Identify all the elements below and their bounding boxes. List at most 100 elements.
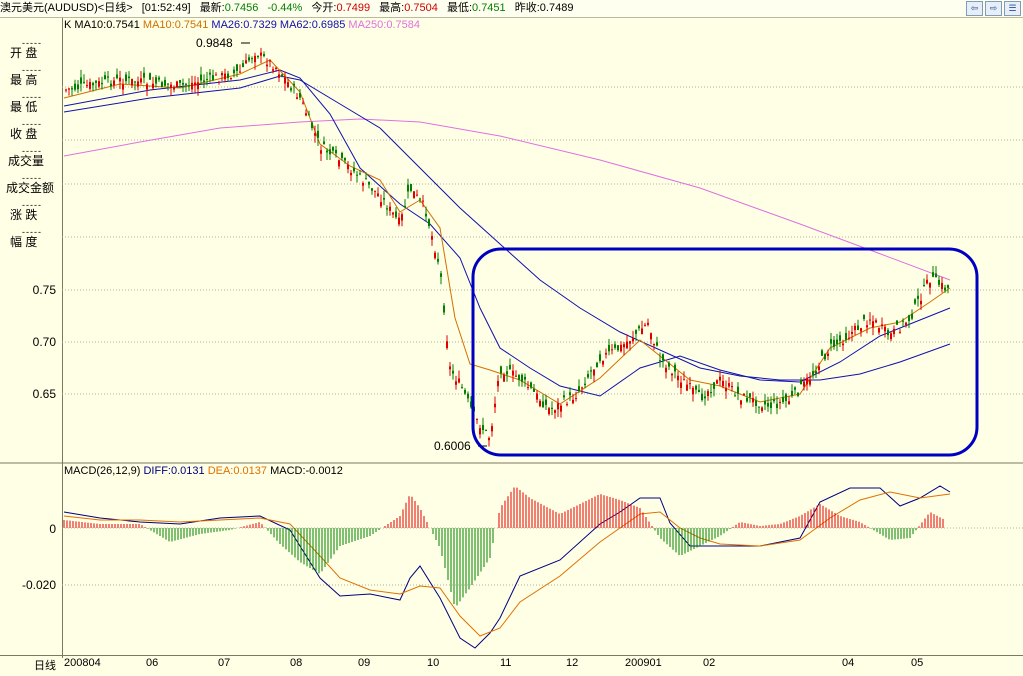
candle-body (398, 217, 400, 225)
candle-body (431, 236, 433, 240)
candle-body (614, 344, 616, 348)
date-tick: 07 (218, 657, 231, 669)
price-tick: 0.75 (33, 283, 57, 297)
date-axis-label: 日线 (34, 660, 56, 672)
candle-body (308, 114, 310, 116)
date-tick: 04 (842, 657, 855, 669)
candle-body (860, 328, 862, 332)
candle-body (947, 284, 949, 288)
candle-body (818, 366, 820, 371)
date-tick: 11 (500, 657, 512, 669)
candle-body (368, 181, 370, 185)
candle-body (509, 364, 511, 369)
candle-body (215, 74, 217, 76)
kline-chart[interactable]: 0.75 0.70 0.65 0 -0.020 0.9848 0.6006 (0, 18, 1023, 656)
candle-body (230, 78, 232, 80)
candle-body (455, 381, 457, 385)
candle-body (668, 362, 670, 367)
ma250-value: MA250:0.7584 (348, 19, 420, 31)
candle-body (362, 182, 364, 186)
high-marker-label: 0.9848 (196, 36, 233, 50)
nav-buttons: ⇦ ⇨ ☰ (966, 1, 1021, 16)
candle-body (539, 400, 541, 407)
next-arrow-icon[interactable]: ⇨ (985, 1, 1002, 16)
highlight-box (471, 247, 979, 457)
candlestick-series (65, 47, 949, 447)
candle-body (689, 383, 691, 385)
candle-body (110, 83, 112, 87)
candle-body (374, 190, 376, 192)
candle-body (476, 418, 478, 420)
candle-body (512, 370, 514, 376)
candle-body (659, 360, 661, 362)
candle-body (692, 387, 694, 395)
diff-value: DIFF:0.0131 (143, 465, 205, 477)
candle-body (548, 408, 550, 415)
ma26-line (63, 69, 951, 397)
candle-body (224, 73, 226, 80)
candle-body (725, 387, 727, 392)
ma62-value: MA62:0.6985 (279, 19, 346, 31)
macd-legend: MACD(26,12,9) DIFF:0.0131 DEA:0.0137 MAC… (64, 465, 343, 477)
candle-body (347, 164, 349, 170)
candle-body (176, 81, 178, 87)
candle-body (896, 320, 898, 325)
low-value: 0.7451 (472, 2, 506, 14)
latest-label: 最新: (199, 2, 225, 14)
candle-body (182, 82, 184, 85)
candle-body (854, 325, 856, 331)
candle-body (371, 188, 373, 191)
candle-body (527, 387, 529, 389)
candle-body (620, 344, 622, 352)
candle-body (776, 403, 778, 408)
price-tick: 0.65 (33, 387, 57, 401)
candle-body (104, 75, 106, 80)
menu-icon[interactable]: ☰ (1004, 1, 1021, 16)
candle-body (662, 354, 664, 361)
candle-body (578, 386, 580, 391)
candle-body (377, 193, 379, 197)
candle-body (773, 399, 775, 402)
candle-body (188, 85, 190, 87)
candle-body (686, 384, 688, 391)
candle-body (542, 401, 544, 408)
candle-body (386, 208, 388, 210)
candle-body (608, 344, 610, 352)
candle-body (779, 402, 781, 404)
macd-name: MACD(26,12,9) (64, 465, 141, 477)
macd-tick: 0 (49, 522, 56, 536)
candle-body (83, 81, 85, 83)
open-value: 0.7499 (336, 2, 371, 14)
candle-body (842, 343, 844, 346)
candle-body (701, 393, 703, 401)
candle-body (809, 380, 811, 385)
candle-body (293, 83, 295, 86)
candle-body (332, 147, 334, 151)
candle-body (344, 158, 346, 161)
candle-body (65, 89, 67, 91)
candle-body (572, 399, 574, 404)
candle-body (599, 354, 601, 361)
candle-body (278, 74, 280, 78)
candle-body (926, 279, 928, 284)
candle-body (458, 378, 460, 383)
candle-body (875, 320, 877, 323)
candle-body (131, 78, 133, 86)
candle-body (638, 326, 640, 329)
candle-body (200, 74, 202, 81)
candle-body (938, 279, 940, 285)
candle-body (764, 401, 766, 405)
candle-body (704, 396, 706, 399)
candle-body (317, 130, 319, 138)
price-grid (62, 86, 1023, 586)
candle-body (611, 349, 613, 351)
candle-body (416, 194, 418, 196)
change-pct: -0.44% (267, 2, 303, 14)
candle-body (395, 211, 397, 218)
candle-body (341, 152, 343, 158)
candle-body (770, 402, 772, 409)
candle-body (356, 174, 358, 176)
candle-body (806, 378, 808, 385)
ma26-value: MA26:0.7329 (211, 19, 277, 31)
prev-arrow-icon[interactable]: ⇦ (966, 1, 983, 16)
